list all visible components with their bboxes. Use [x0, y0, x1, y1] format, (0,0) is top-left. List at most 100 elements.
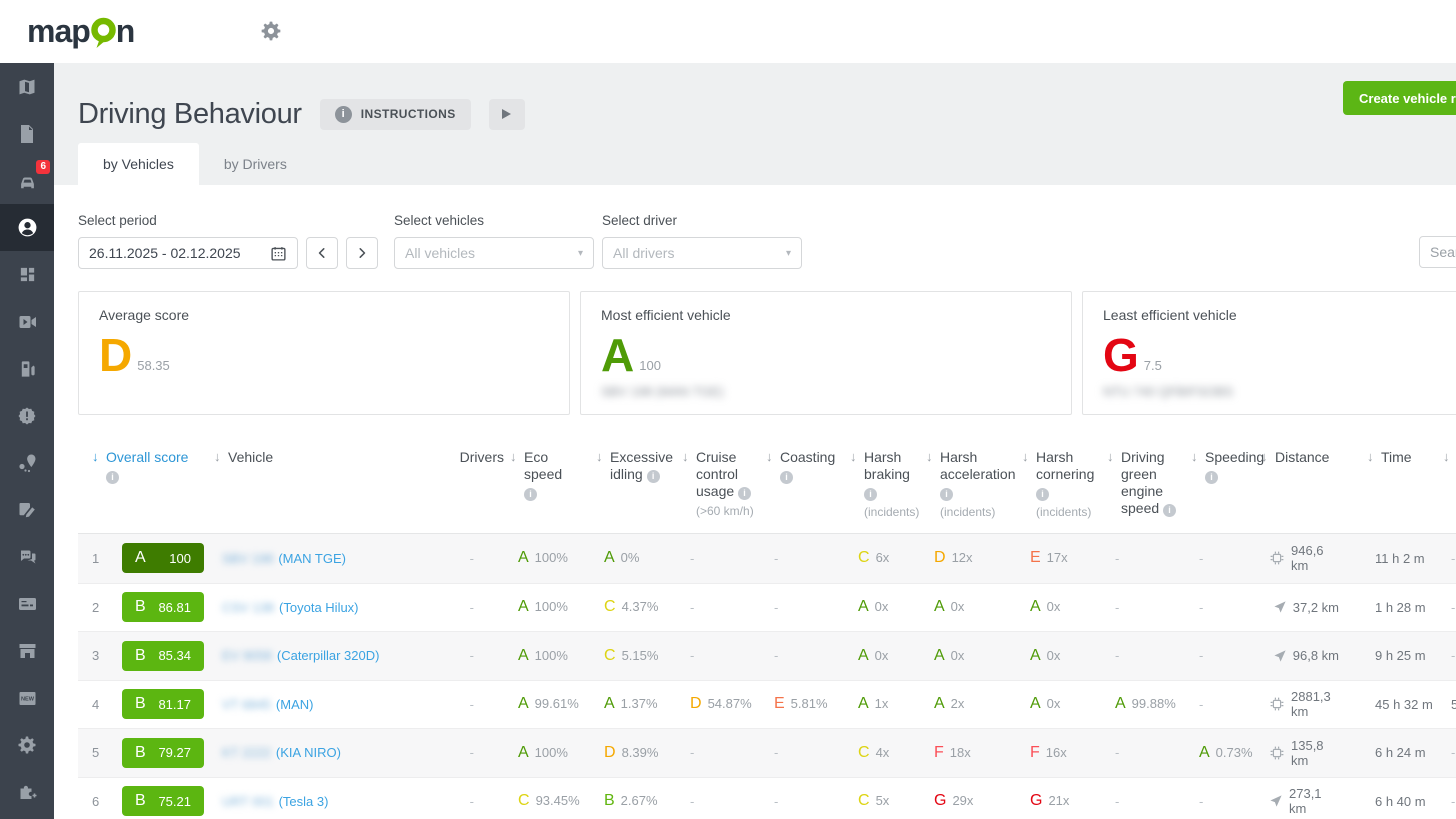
cell-accel: F18x [926, 744, 1022, 762]
column-header-accel[interactable]: ↓Harsh accelerationi(incidents) [926, 449, 1022, 519]
cell-braking: A0x [850, 647, 926, 665]
sidebar-item-drivers[interactable] [0, 204, 54, 251]
column-header-cornering[interactable]: ↓Harsh corneringi(incidents) [1022, 449, 1107, 519]
column-header-idling[interactable]: ↓Excessive idling i [596, 449, 682, 483]
cell-braking: C5x [850, 792, 926, 810]
info-icon[interactable]: i [780, 471, 793, 484]
sidebar-item-calendar[interactable]: NEW [0, 674, 54, 721]
can-odometer-icon [1269, 696, 1285, 712]
chevron-right-icon [355, 246, 369, 260]
column-header-time[interactable]: ↓Time [1367, 449, 1443, 466]
info-icon[interactable]: i [1036, 488, 1049, 501]
sort-arrow-icon: ↓ [92, 449, 106, 464]
sidebar-item-settings[interactable] [0, 721, 54, 768]
sort-arrow-icon: ↓ [926, 449, 940, 464]
column-header-score[interactable]: ↓Overall scorei [78, 449, 214, 484]
sidebar-item-dashboard[interactable] [0, 251, 54, 298]
column-header-braking[interactable]: ↓Harsh brakingi(incidents) [850, 449, 926, 519]
sidebar-item-routes[interactable] [0, 439, 54, 486]
cell-pto: - [1443, 551, 1456, 566]
cell-time: 6 h 40 m [1367, 794, 1443, 809]
column-header-coasting[interactable]: ↓Coastingi [766, 449, 850, 484]
tab-by-vehicles[interactable]: by Vehicles [78, 143, 199, 185]
vehicle-link[interactable]: (KIA NIRO) [276, 745, 341, 760]
sidebar-item-marketplace[interactable] [0, 627, 54, 674]
instructions-button[interactable]: i INSTRUCTIONS [320, 99, 471, 130]
gear-icon[interactable] [260, 20, 282, 47]
driver-filter: Select driver All drivers ▾ [602, 213, 802, 269]
main-content: Driving Behaviour i INSTRUCTIONS Create … [54, 63, 1456, 819]
info-icon[interactable]: i [1205, 471, 1218, 484]
sidebar-item-chat[interactable] [0, 533, 54, 580]
cell-speeding: A0.73% [1191, 744, 1261, 762]
vehicle-link[interactable]: (Toyota Hilux) [279, 600, 358, 615]
cell-idling: B2.67% [596, 792, 682, 810]
cell-drivers: - [454, 551, 510, 566]
driver-label: Select driver [602, 213, 802, 228]
search-input[interactable] [1419, 236, 1456, 268]
gps-arrow-icon [1269, 794, 1283, 808]
settings-gear-icon [17, 735, 37, 755]
info-icon[interactable]: i [864, 488, 877, 501]
vehicle-link[interactable]: (MAN TGE) [278, 551, 346, 566]
vehicles-table: ↓Overall scorei↓VehicleDrivers↓Eco speed… [78, 449, 1456, 819]
vehicles-select[interactable]: All vehicles ▾ [394, 237, 594, 269]
sidebar-item-documents[interactable] [0, 110, 54, 157]
sidebar-item-map[interactable] [0, 63, 54, 110]
top-bar: mapn [0, 0, 1456, 63]
vehicle-link[interactable]: (Tesla 3) [279, 794, 329, 809]
driver-value: All drivers [613, 245, 674, 261]
cell-time: 11 h 2 m [1367, 551, 1443, 566]
table-row: 2B86.81CSV 138(Toyota Hilux)-A100%C4.37%… [78, 583, 1456, 632]
column-header-eco[interactable]: ↓Eco speedi [510, 449, 596, 501]
cell-accel: A2x [926, 695, 1022, 713]
tab-by-drivers[interactable]: by Drivers [199, 143, 312, 185]
column-header-green[interactable]: ↓Driving green engine speed i [1107, 449, 1191, 517]
sidebar-item-fuel[interactable] [0, 345, 54, 392]
next-period-button[interactable] [346, 237, 378, 269]
create-vehicle-report-button[interactable]: Create vehicle report [1343, 81, 1456, 115]
play-button[interactable] [489, 99, 525, 130]
sort-arrow-icon: ↓ [1261, 449, 1275, 464]
column-header-speeding[interactable]: ↓Speedingi [1191, 449, 1261, 484]
sort-arrow-icon: ↓ [1367, 449, 1381, 464]
cell-cornering: F16x [1022, 744, 1107, 762]
column-header-cruise[interactable]: ↓Cruise control usage i(>60 km/h) [682, 449, 766, 518]
info-icon[interactable]: i [106, 471, 119, 484]
info-icon[interactable]: i [647, 470, 660, 483]
grade-score: 58.35 [137, 358, 170, 373]
sidebar-item-alerts[interactable] [0, 392, 54, 439]
cell-distance: 2881,3 km [1261, 689, 1367, 719]
period-input[interactable]: 26.11.2025 - 02.12.2025 [78, 237, 298, 269]
cell-braking: C6x [850, 549, 926, 567]
previous-period-button[interactable] [306, 237, 338, 269]
driver-select[interactable]: All drivers ▾ [602, 237, 802, 269]
info-icon[interactable]: i [524, 488, 537, 501]
sidebar-item-camera[interactable] [0, 298, 54, 345]
vehicle-link[interactable]: (MAN) [276, 697, 314, 712]
info-icon[interactable]: i [940, 488, 953, 501]
table-row: 1A100SBV 198(MAN TGE)-A100%A0%--C6xD12xE… [78, 534, 1456, 583]
info-icon[interactable]: i [1163, 504, 1176, 517]
cell-speeding: - [1191, 794, 1261, 809]
column-header-vehicle[interactable]: ↓Vehicle [214, 449, 454, 466]
route-pins-icon [17, 453, 38, 473]
info-icon[interactable]: i [738, 487, 751, 500]
grade-letter: G [1103, 335, 1139, 375]
sort-arrow-icon: ↓ [510, 449, 524, 464]
cell-score: B75.21 [114, 786, 214, 816]
sidebar-item-tasks[interactable] [0, 486, 54, 533]
cell-rank: 3 [78, 648, 114, 663]
sidebar-item-fleet[interactable]: 6 [0, 157, 54, 204]
cell-speeding: - [1191, 551, 1261, 566]
cell-drivers: - [454, 600, 510, 615]
sidebar-item-devices[interactable] [0, 580, 54, 627]
sort-arrow-icon: ↓ [214, 449, 228, 464]
column-header-distance[interactable]: ↓Distance [1261, 449, 1367, 466]
card-title: Most efficient vehicle [601, 307, 1051, 323]
column-header-pto[interactable]: ↓PTO time [1443, 449, 1456, 483]
vehicle-link[interactable]: (Caterpillar 320D) [277, 648, 380, 663]
sort-arrow-icon: ↓ [1022, 449, 1036, 464]
sidebar-item-addons[interactable] [0, 768, 54, 815]
filter-bar: Select period 26.11.2025 - 02.12.2025 Se… [78, 213, 1456, 269]
